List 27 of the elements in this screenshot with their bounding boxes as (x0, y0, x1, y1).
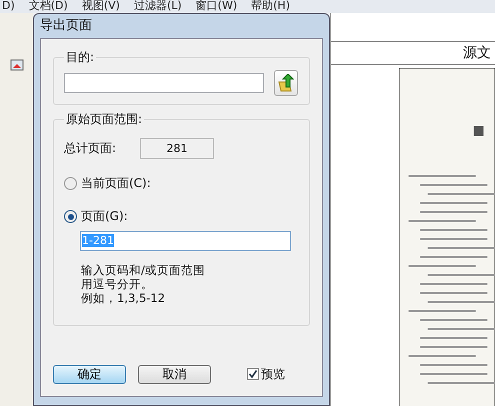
radio-label[interactable]: 页面(G): (81, 208, 128, 225)
cancel-button[interactable]: 取消 (138, 364, 211, 384)
browse-button[interactable] (274, 70, 298, 96)
group-label: 目的: (65, 49, 96, 66)
hint-text: 例如，1,3,5-12 (81, 291, 166, 305)
radio-button[interactable] (64, 177, 77, 190)
total-pages-value: 281 (140, 138, 214, 159)
group-label: 原始页面范围: (65, 111, 144, 128)
checkbox[interactable] (247, 368, 259, 380)
destination-field[interactable] (64, 73, 264, 93)
menu-item[interactable]: 帮助(H) (251, 0, 290, 13)
menu-item[interactable]: 视图(V) (82, 0, 120, 13)
menu-item[interactable]: 窗口(W) (196, 0, 238, 13)
radio-label[interactable]: 当前页面(C): (81, 175, 151, 192)
radio-button[interactable] (64, 210, 77, 223)
folder-arrow-icon (278, 74, 294, 92)
menu-item[interactable]: 文档(D) (28, 0, 68, 13)
hint-text: 用逗号分开。 (81, 277, 153, 291)
checkbox-label[interactable]: 预览 (261, 366, 285, 382)
total-pages-label: 总计页面: (64, 140, 116, 157)
menu-item[interactable]: D) (2, 0, 15, 13)
dialog-title: 导出页面 (39, 17, 93, 35)
hint-text: 输入页码和/或页面范围 (81, 263, 205, 277)
menu-item[interactable]: 过滤器(L) (134, 0, 182, 13)
ok-button[interactable]: 确定 (53, 364, 126, 384)
toolbar-icon[interactable] (10, 58, 24, 72)
panel-title: 源文 (331, 41, 495, 65)
